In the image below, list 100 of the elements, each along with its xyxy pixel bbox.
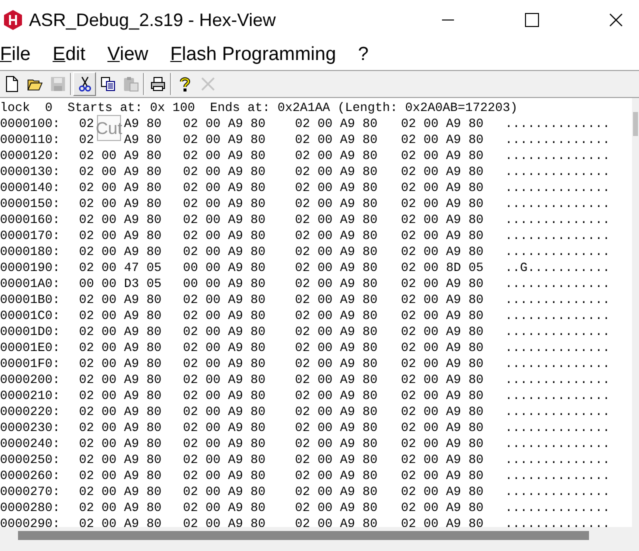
hex-bytes: 02 00 A9 80 xyxy=(183,117,266,131)
address-label: 0000230: xyxy=(0,421,60,435)
address-label: 00001F0: xyxy=(0,357,60,371)
hex-bytes: 02 00 A9 80 xyxy=(183,245,266,259)
address-label: 0000110: xyxy=(0,133,60,147)
hex-bytes: 02 00 A9 80 xyxy=(295,357,378,371)
hex-bytes: 02 00 A9 80 xyxy=(295,517,378,527)
hex-bytes: 02 00 A9 80 xyxy=(401,517,484,527)
menu-item[interactable]: View xyxy=(107,44,158,66)
hex-bytes: 02 00 A9 80 xyxy=(183,213,266,227)
new-file-icon xyxy=(4,76,20,92)
ascii-text: .............. xyxy=(505,116,610,132)
hex-bytes: 02 00 A9 80 xyxy=(401,357,484,371)
hex-bytes: 02 00 A9 80 xyxy=(183,149,266,163)
scrollbar-thumb[interactable] xyxy=(633,112,638,136)
hex-bytes: 02 00 A9 80 xyxy=(295,485,378,499)
ascii-text: .............. xyxy=(505,196,610,212)
hex-bytes: 02 00 A9 80 xyxy=(295,325,378,339)
menu-item[interactable]: Edit xyxy=(52,44,96,66)
address-label: 0000220: xyxy=(0,405,60,419)
ascii-text: .............. xyxy=(505,372,610,388)
hex-bytes: 02 00 A9 80 xyxy=(401,309,484,323)
hex-bytes: 00 00 A9 80 xyxy=(183,277,266,291)
hex-bytes: 02 00 A9 80 xyxy=(183,309,266,323)
hex-bytes: 02 00 A9 80 xyxy=(183,197,266,211)
hex-bytes: 02 00 A9 80 xyxy=(401,133,484,147)
hex-bytes: 02 00 A9 80 xyxy=(401,245,484,259)
address-label: 00001D0: xyxy=(0,325,60,339)
hex-bytes: 02 00 A9 80 xyxy=(183,341,266,355)
menu-item[interactable]: File xyxy=(0,44,41,66)
address-label: 00001B0: xyxy=(0,293,60,307)
address-label: 00001C0: xyxy=(0,309,60,323)
hex-bytes: 02 00 A9 80 xyxy=(79,149,162,163)
address-label: 0000140: xyxy=(0,181,60,195)
hex-bytes: 02 00 A9 80 xyxy=(401,437,484,451)
address-label: 0000170: xyxy=(0,229,60,243)
printer-icon xyxy=(150,76,166,92)
address-label: 0000210: xyxy=(0,389,60,403)
hex-bytes: 02 00 A9 80 xyxy=(295,229,378,243)
hex-bytes: 02 00 A9 80 xyxy=(401,469,484,483)
hex-bytes: 02 00 A9 80 xyxy=(401,149,484,163)
address-label: 0000160: xyxy=(0,213,60,227)
ascii-text: ..G........... xyxy=(505,260,610,276)
hex-bytes: 02 00 A9 80 xyxy=(79,469,162,483)
hex-bytes: 02 00 A9 80 xyxy=(401,229,484,243)
scissors-button[interactable] xyxy=(73,72,96,96)
hex-bytes: 02 00 A9 80 xyxy=(295,405,378,419)
address-label: 0000290: xyxy=(0,517,60,527)
ascii-text: .............. xyxy=(505,308,610,324)
hex-bytes: 02 00 A9 80 xyxy=(401,325,484,339)
hex-bytes: 02 00 A9 80 xyxy=(295,501,378,515)
hex-bytes: 02 00 A9 80 xyxy=(79,229,162,243)
address-label: 0000100: xyxy=(0,117,60,131)
hex-bytes: 02 00 A9 80 xyxy=(79,181,162,195)
hex-bytes: 02 00 A9 80 xyxy=(401,181,484,195)
hex-bytes: 02 00 A9 80 xyxy=(183,133,266,147)
hex-bytes: 02 00 A9 80 xyxy=(401,165,484,179)
ascii-text: .............. xyxy=(505,324,610,340)
hex-bytes: 02 00 A9 80 xyxy=(183,437,266,451)
address-label: 0000270: xyxy=(0,485,60,499)
hex-bytes: A9 80 xyxy=(124,117,162,131)
hex-bytes: 02 00 A9 80 xyxy=(183,453,266,467)
ascii-text: .............. xyxy=(505,340,610,356)
hex-bytes: 02 00 A9 80 xyxy=(295,245,378,259)
ascii-text: .............. xyxy=(505,180,610,196)
address-label: 0000150: xyxy=(0,197,60,211)
hex-bytes: 02 00 A9 80 xyxy=(79,165,162,179)
hex-bytes: 02 00 47 05 xyxy=(79,261,162,275)
hex-bytes: 02 00 A9 80 xyxy=(183,517,266,527)
address-label: 0000280: xyxy=(0,501,60,515)
ascii-text: .............. xyxy=(505,500,610,516)
address-label: 0000190: xyxy=(0,261,60,275)
hex-bytes: 02 00 A9 80 xyxy=(295,469,378,483)
address-label: 00001E0: xyxy=(0,341,60,355)
menu-item[interactable]: Flash Programming xyxy=(170,44,346,66)
ascii-text: .............. xyxy=(505,228,610,244)
hex-bytes: 02 00 A9 80 xyxy=(183,501,266,515)
hex-bytes: 02 00 A9 80 xyxy=(79,437,162,451)
ascii-text: .............. xyxy=(505,244,610,260)
hex-bytes: 02 00 A9 80 xyxy=(79,245,162,259)
hex-bytes: 02 00 A9 80 xyxy=(79,421,162,435)
hex-bytes: 02 00 A9 80 xyxy=(79,325,162,339)
hex-bytes: 02 00 A9 80 xyxy=(295,309,378,323)
ascii-text: .............. xyxy=(505,484,610,500)
hex-bytes: 02 00 8D 05 xyxy=(401,261,484,275)
hex-bytes: 02 00 A9 80 xyxy=(183,293,266,307)
hex-bytes: 02 00 A9 80 xyxy=(183,469,266,483)
scissors-icon xyxy=(76,76,92,92)
menu-item[interactable]: ? xyxy=(358,44,379,66)
hex-bytes: 02 00 A9 80 xyxy=(183,389,266,403)
address-label: 0000260: xyxy=(0,469,60,483)
hex-bytes: A9 80 xyxy=(124,133,162,147)
hex-bytes: 02 00 A9 80 xyxy=(295,277,378,291)
hex-bytes: 02 00 A9 80 xyxy=(183,181,266,195)
hex-bytes: 02 00 A9 80 xyxy=(401,341,484,355)
address-label: 0000120: xyxy=(0,149,60,163)
hex-bytes: 02 00 A9 80 xyxy=(79,501,162,515)
scrollbar-thumb[interactable] xyxy=(18,531,589,540)
hex-bytes: 02 00 A9 80 xyxy=(79,389,162,403)
hex-bytes: 02 00 A9 80 xyxy=(401,293,484,307)
